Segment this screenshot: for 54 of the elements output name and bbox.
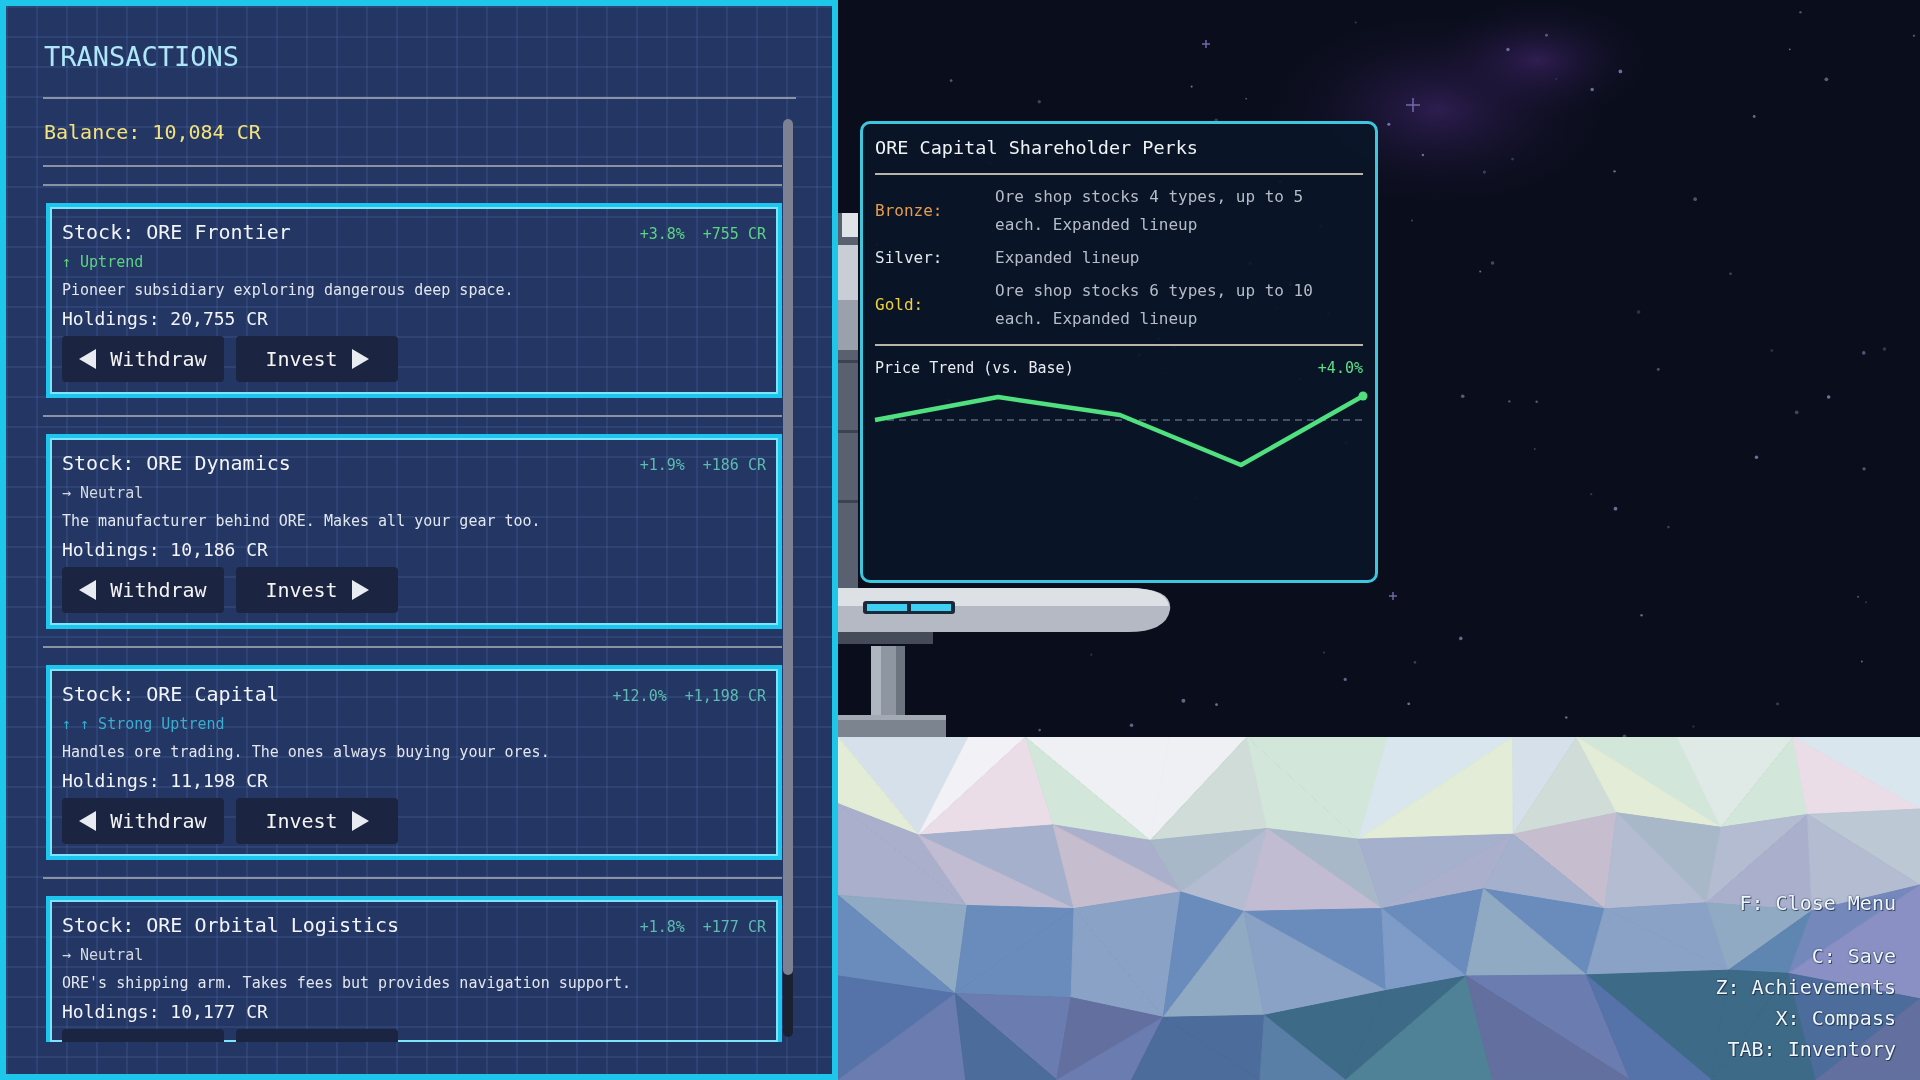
cut-off-button[interactable] xyxy=(236,1029,398,1042)
left-triangle-icon xyxy=(79,811,97,831)
tier-label: Bronze: xyxy=(875,200,943,222)
trend-label: → Neutral xyxy=(62,945,144,966)
stock-name: Stock: ORE Orbital Logistics xyxy=(62,912,400,939)
balance-text: Balance: 10,084 CR xyxy=(43,120,261,144)
left-triangle-icon xyxy=(79,580,97,600)
cut-off-button[interactable] xyxy=(62,1029,224,1042)
change-amount: +1,198 CR xyxy=(684,686,766,707)
price-trend-change: +4.0% xyxy=(1317,358,1363,379)
stock-name: Stock: ORE Frontier xyxy=(62,219,291,246)
change-percent: +1.9% xyxy=(639,455,685,476)
stock-description: ORE's shipping arm. Takes fees but provides navigation support. xyxy=(62,973,631,994)
key-hint: TAB: Inventory xyxy=(1727,1036,1896,1063)
right-triangle-icon xyxy=(351,580,369,600)
withdraw-button[interactable]: Withdraw xyxy=(62,567,224,613)
trend-label: → Neutral xyxy=(62,483,144,504)
change-percent: +3.8% xyxy=(639,224,685,245)
change-amount: +186 CR xyxy=(702,455,766,476)
change-percent: +12.0% xyxy=(612,686,667,707)
change-percent: +1.8% xyxy=(639,917,685,938)
stock-name: Stock: ORE Capital xyxy=(62,681,279,708)
tooltip-title: ORE Capital Shareholder Perks xyxy=(875,136,1198,160)
change-amount: +177 CR xyxy=(702,917,766,938)
price-trend-label: Price Trend (vs. Base) xyxy=(875,358,1074,379)
holdings-text: Holdings: 10,186 CR xyxy=(62,538,268,562)
invest-button[interactable]: Invest xyxy=(236,336,398,382)
key-hint: X: Compass xyxy=(1775,1005,1896,1032)
panel-title: TRANSACTIONS xyxy=(43,41,240,73)
holdings-text: Holdings: 10,177 CR xyxy=(62,1000,268,1024)
tier-label: Gold: xyxy=(875,294,924,316)
withdraw-button[interactable]: Withdraw xyxy=(62,336,224,382)
left-triangle-icon xyxy=(79,349,97,369)
right-triangle-icon xyxy=(351,811,369,831)
tier-description: Expanded lineup xyxy=(995,247,1141,269)
invest-button[interactable]: Invest xyxy=(236,567,398,613)
withdraw-button[interactable]: Withdraw xyxy=(62,798,224,844)
stock-name: Stock: ORE Dynamics xyxy=(62,450,291,477)
holdings-text: Holdings: 11,198 CR xyxy=(62,769,268,793)
holdings-text: Holdings: 20,755 CR xyxy=(62,307,268,331)
key-hint: C: Save xyxy=(1811,943,1896,970)
tier-label: Silver: xyxy=(875,247,943,269)
invest-button[interactable]: Invest xyxy=(236,798,398,844)
change-amount: +755 CR xyxy=(702,224,766,245)
stock-description: Handles ore trading. The ones always buying your ores. xyxy=(62,742,550,763)
stock-description: The manufacturer behind ORE. Makes all your gear too. xyxy=(62,511,541,532)
trend-label: ↑ ↑ Strong Uptrend xyxy=(62,714,225,735)
stock-description: Pioneer subsidiary exploring dangerous deep space. xyxy=(62,280,514,301)
trend-label: ↑ Uptrend xyxy=(62,252,144,273)
tier-description: Ore shop stocks 6 types, up to 10 each. Expanded lineup xyxy=(995,280,1314,330)
key-hint: Z: Achievements xyxy=(1715,974,1896,1001)
tier-description: Ore shop stocks 4 types, up to 5 each. Expanded lineup xyxy=(995,186,1305,236)
key-hint: F: Close Menu xyxy=(1739,890,1896,917)
right-triangle-icon xyxy=(351,349,369,369)
